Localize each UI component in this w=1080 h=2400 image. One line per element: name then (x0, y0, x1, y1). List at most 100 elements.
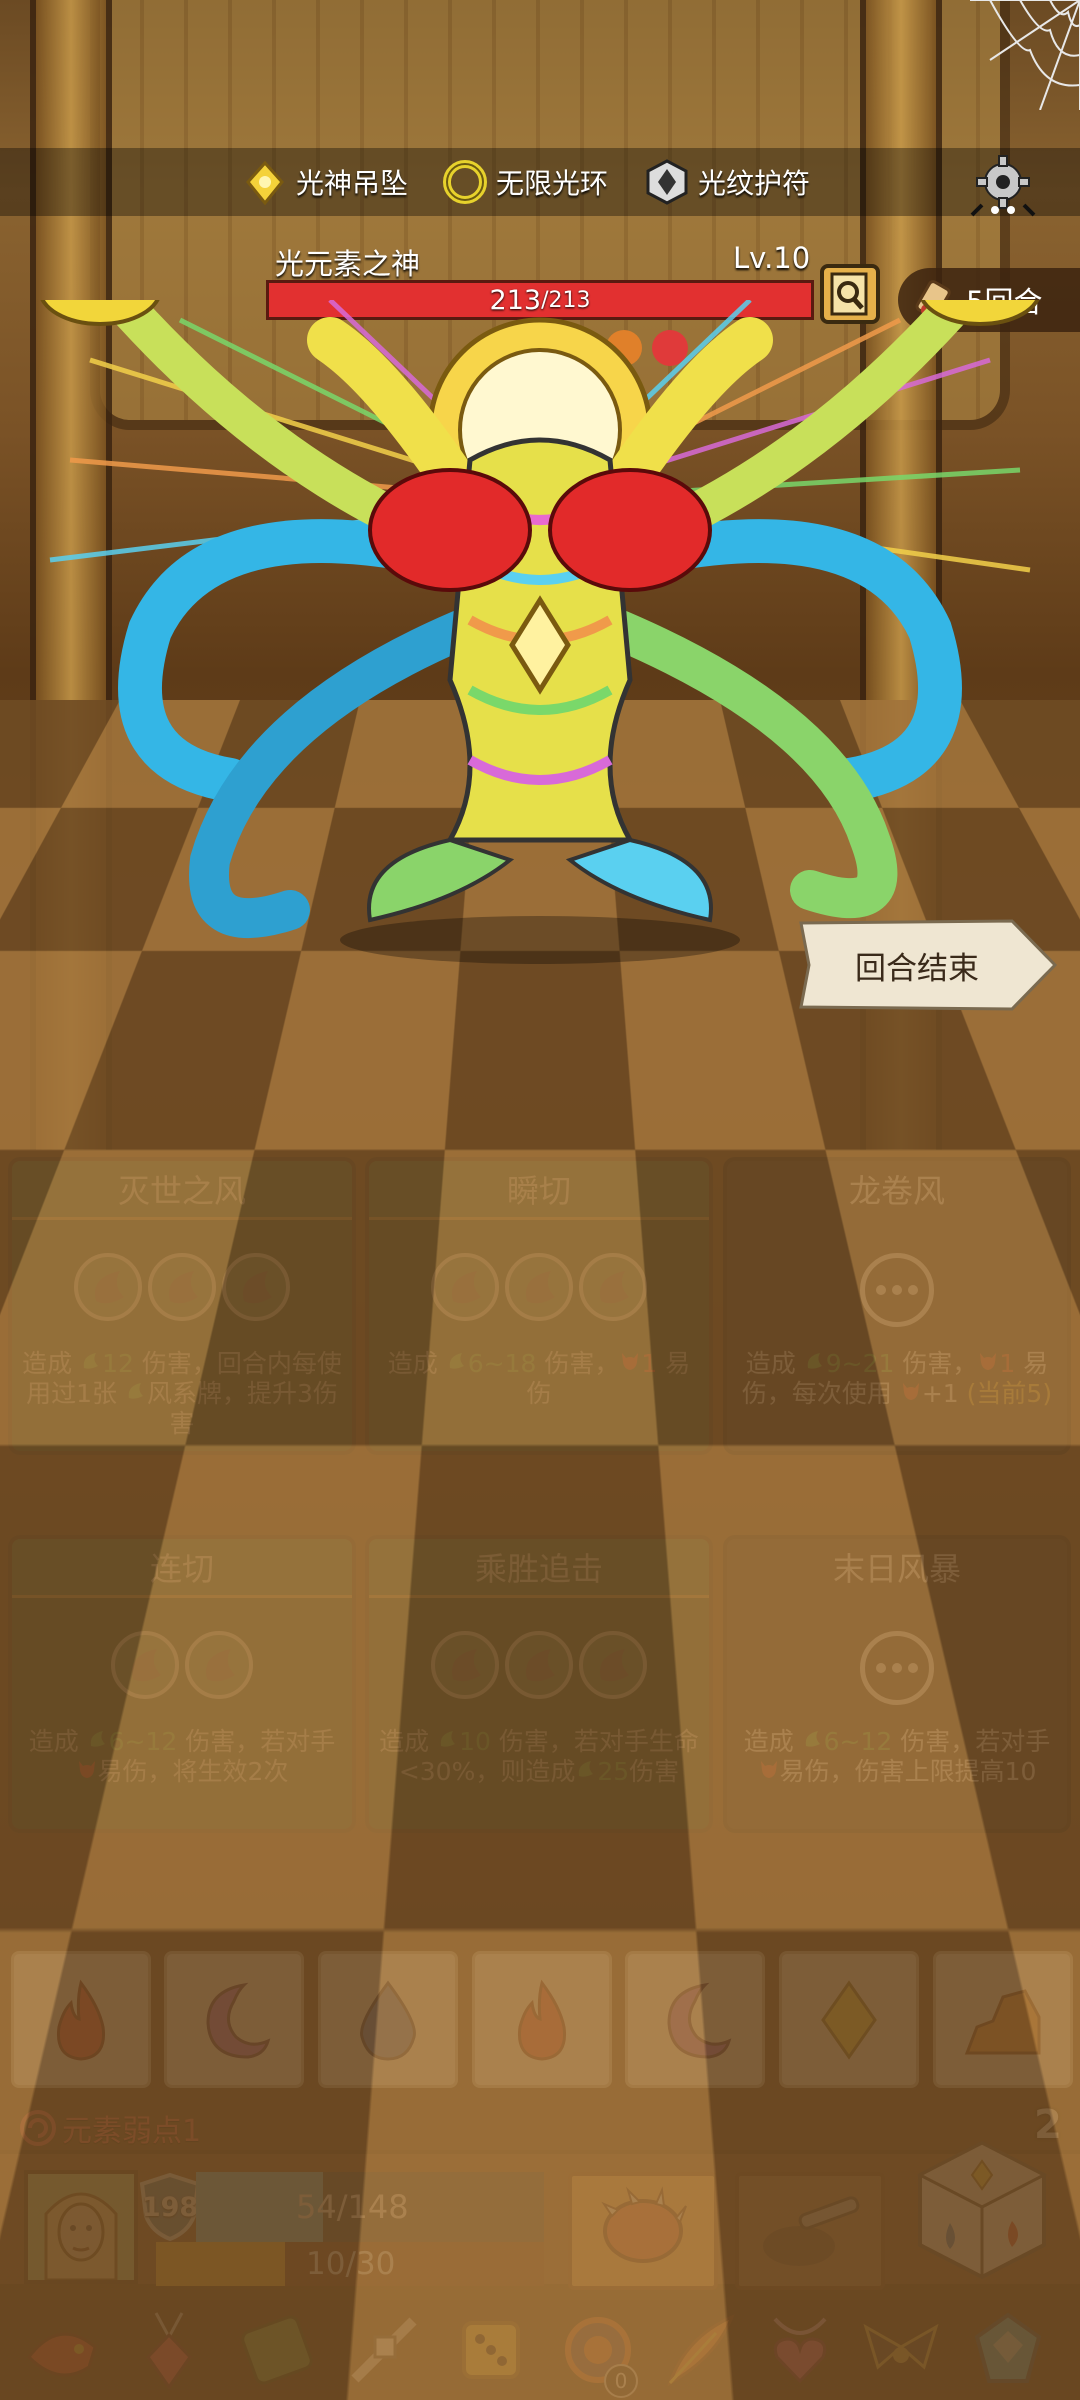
desc-text: 伤害 (629, 1757, 680, 1786)
green-scroll-icon (241, 2315, 313, 2385)
wind-dice-slot[interactable] (148, 1253, 216, 1321)
card-title: 瞬切 (369, 1161, 709, 1220)
skill-card[interactable]: 乘胜追击 造成 10 伤害，若对手生命<30%，则造成 25伤害 (365, 1535, 713, 1833)
end-turn-button[interactable]: 回合结束 (797, 917, 1059, 1013)
wind-dice-slot[interactable] (505, 1631, 573, 1699)
settings-gear-icon[interactable] (968, 150, 1038, 220)
light-element-god-boss[interactable] (30, 300, 1050, 1000)
block-shield: 198 (138, 2172, 202, 2242)
die[interactable] (779, 1951, 919, 2088)
wind-icon (575, 1757, 597, 1786)
vulnerable-icon (758, 1757, 780, 1786)
desc-text: 10 (459, 1727, 491, 1756)
wind-icon (206, 1649, 235, 1682)
inventory-item[interactable] (651, 2302, 747, 2398)
wind-icon (169, 1271, 198, 1304)
light-pendant-icon (246, 160, 284, 206)
die[interactable] (933, 1951, 1073, 2088)
inventory-item[interactable] (752, 2302, 848, 2398)
relic-label: 光神吊坠 (296, 167, 409, 200)
attack-skill-button[interactable] (568, 2172, 718, 2290)
die[interactable] (472, 1951, 612, 2088)
inventory-item[interactable] (121, 2302, 217, 2398)
earth-element-icon (964, 1988, 1041, 2054)
wind-icon (600, 1271, 629, 1304)
desc-text: 1 (999, 1349, 1016, 1378)
vulnerable-icon (76, 1757, 98, 1786)
die[interactable] (164, 1951, 304, 2088)
wind-icon (526, 1649, 555, 1682)
light-amulet-icon (646, 159, 688, 205)
wind-dice-slot[interactable] (579, 1253, 647, 1321)
player-portrait[interactable] (24, 2170, 138, 2284)
infinite-halo-icon (443, 160, 487, 204)
desc-text: 造成 (379, 1727, 438, 1756)
player-energy-bar: 10/30 (156, 2242, 544, 2286)
dice-slots (12, 1253, 352, 1321)
player-hp-bar: 54/148 (196, 2172, 544, 2242)
card-description: 造成 12 伤害，回合内每使用过1张 风系牌，提升3伤害 (20, 1349, 344, 1439)
skill-card[interactable]: 灭世之风 造成 12 伤害，回合内每使用过1张 风系牌，提升3伤害 (8, 1157, 356, 1455)
inventory-item[interactable] (443, 2302, 539, 2398)
reroll-dice-button[interactable] (912, 2135, 1052, 2285)
wind-icon (80, 1349, 102, 1378)
die[interactable] (625, 1951, 765, 2088)
skill-card[interactable]: 连切 造成 6~12 伤害，若对手 易伤，将生效2次 (8, 1535, 356, 1833)
skill-card[interactable]: 瞬切 造成 6~18 伤害， 1 易伤 (365, 1157, 713, 1455)
wind-dice-slot[interactable] (222, 1253, 290, 1321)
card-description: 造成 10 伤害，若对手生命<30%，则造成 25伤害 (377, 1727, 701, 1787)
wind-icon (132, 1649, 161, 1682)
desc-text: 伤害，若对手 (892, 1727, 1051, 1756)
relic-infinite-halo[interactable]: 无限光环 (440, 156, 608, 208)
relic-light-amulet[interactable]: 光纹护符 (642, 156, 810, 208)
desc-text: 造成 (22, 1349, 81, 1378)
item-count-badge: 0 (604, 2364, 638, 2398)
wind-icon (600, 1649, 629, 1682)
die[interactable] (11, 1951, 151, 2088)
inventory-item[interactable] (960, 2302, 1056, 2398)
desc-text: 伤害，若对手 (177, 1727, 336, 1756)
vulnerable-icon (619, 1349, 641, 1378)
desc-text: 造成 (28, 1727, 87, 1756)
wind-icon (125, 1379, 147, 1408)
card-description: 造成 9~21 伤害， 1 易伤，每次使用 +1 (当前5) (735, 1349, 1059, 1409)
wind-dice-slot[interactable] (185, 1631, 253, 1699)
desc-text: 6~12 (823, 1727, 893, 1756)
inventory-item[interactable] (229, 2302, 325, 2398)
desc-text: 造成 (387, 1349, 446, 1378)
inventory-item[interactable] (336, 2302, 432, 2398)
spiked-fist-icon (601, 2186, 687, 2263)
skill-card[interactable]: 末日风暴 造成 6~12 伤害，若对手 易伤，伤害上限提高10 (723, 1535, 1071, 1833)
dice-slots (727, 1253, 1067, 1327)
card-title: 末日风暴 (832, 1550, 961, 1588)
weakness-spiral-icon (20, 2110, 56, 2146)
desc-text: 造成 (745, 1349, 804, 1378)
item-skill-button[interactable] (735, 2172, 885, 2290)
vulnerable-icon (900, 1379, 922, 1408)
relic-light-pendant[interactable]: 光神吊坠 (240, 156, 408, 208)
die[interactable] (318, 1951, 458, 2088)
wind-dice-slot[interactable] (431, 1253, 499, 1321)
hero-avatar (28, 2174, 134, 2280)
dice-slots (369, 1631, 709, 1699)
wind-dice-slot[interactable] (111, 1631, 179, 1699)
wind-dice-slot[interactable] (74, 1253, 142, 1321)
relic-label: 无限光环 (496, 167, 609, 200)
relic-label: 光纹护符 (698, 167, 811, 200)
element-weakness: 元素弱点1 (18, 2106, 201, 2150)
wind-icon (243, 1271, 272, 1304)
spider-web-icon (970, 0, 1080, 110)
vulnerable-icon (977, 1349, 999, 1378)
inventory-item[interactable] (853, 2302, 949, 2398)
inventory-item[interactable] (14, 2302, 110, 2398)
wind-icon (87, 1727, 109, 1756)
desc-text: 易伤，伤害上限提高10 (779, 1757, 1037, 1786)
wind-dice-slot[interactable] (505, 1253, 573, 1321)
skill-card[interactable]: 龙卷风 造成 9~21 伤害， 1 易伤，每次使用 +1 (当前5) (723, 1157, 1071, 1455)
desc-text: 12 (102, 1349, 134, 1378)
golden-dice-icon (462, 2321, 520, 2379)
card-title: 乘胜追击 (369, 1539, 709, 1598)
wind-dice-slot[interactable] (431, 1631, 499, 1699)
card-title: 龙卷风 (848, 1172, 945, 1210)
wind-dice-slot[interactable] (579, 1631, 647, 1699)
